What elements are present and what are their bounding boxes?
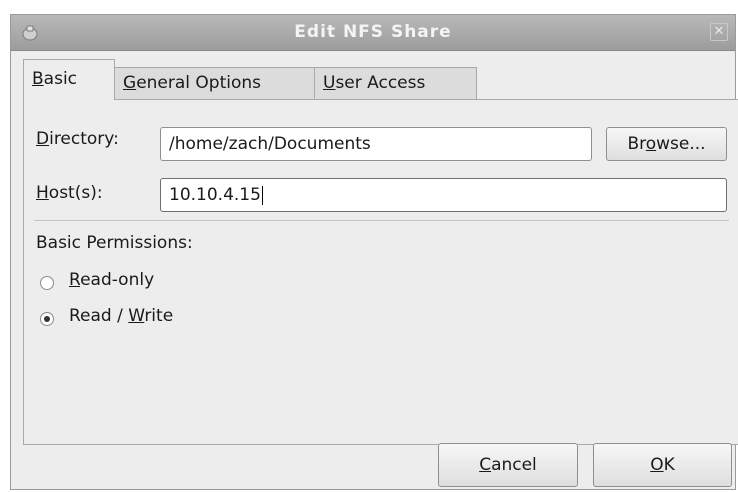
read-only-label[interactable]: Read-only: [69, 270, 154, 290]
ok-label: K: [663, 455, 675, 475]
directory-input[interactable]: /home/zach/Documents: [160, 127, 592, 161]
hosts-label-text: ost(s):: [48, 183, 103, 203]
window-title: Edit NFS Share: [294, 22, 452, 42]
ok-button[interactable]: OK: [593, 443, 732, 487]
tab-general-options-mnemonic: G: [123, 73, 137, 93]
tab-user-access-label-rest: ser Access: [335, 73, 426, 93]
tab-user-access[interactable]: User Access: [314, 67, 477, 99]
cancel-mnemonic: C: [479, 455, 492, 475]
hosts-label: Host(s):: [36, 183, 103, 203]
tab-general-options-label-rest: eneral Options: [136, 73, 262, 93]
read-only-mnemonic: R: [69, 270, 81, 290]
hosts-label-mnemonic: H: [36, 183, 49, 203]
tab-user-access-mnemonic: U: [323, 73, 336, 93]
browse-label-rest: wse...: [656, 134, 706, 154]
directory-label: Directory:: [36, 129, 119, 149]
read-only-radio[interactable]: [40, 276, 54, 290]
read-write-radio[interactable]: [40, 312, 54, 326]
title-bar[interactable]: Edit NFS Share ✕: [11, 15, 735, 51]
directory-label-text: irectory:: [49, 129, 119, 149]
basic-permissions-heading: Basic Permissions:: [36, 233, 193, 253]
hosts-input[interactable]: 10.10.4.15: [160, 178, 727, 212]
text-caret: [261, 185, 263, 205]
edit-nfs-share-dialog: Edit NFS Share ✕ Basic General Options U…: [10, 14, 738, 490]
directory-value: /home/zach/Documents: [169, 134, 371, 154]
browse-mnemonic: o: [645, 134, 657, 154]
directory-label-mnemonic: D: [36, 129, 50, 149]
cancel-button[interactable]: Cancel: [438, 443, 578, 487]
hosts-value: 10.10.4.15: [169, 185, 261, 205]
tab-basic-label-rest: asic: [43, 69, 78, 89]
tab-general-options[interactable]: General Options: [114, 67, 315, 99]
close-icon[interactable]: ✕: [710, 23, 728, 41]
read-write-label-rest: rite: [144, 306, 174, 326]
tab-basic-mnemonic: B: [32, 69, 44, 89]
basic-tab-panel: Directory: /home/zach/Documents Browse..…: [23, 99, 738, 445]
browse-label: Br: [627, 134, 646, 154]
read-write-label[interactable]: Read / Write: [69, 306, 173, 326]
read-write-label-pre: Read /: [69, 306, 129, 326]
read-write-mnemonic: W: [128, 306, 145, 326]
browse-button[interactable]: Browse...: [606, 127, 727, 161]
separator: [34, 220, 729, 221]
ok-mnemonic: O: [650, 455, 664, 475]
cancel-label: ancel: [491, 455, 537, 475]
tab-basic[interactable]: Basic: [23, 59, 115, 100]
read-only-label-rest: ead-only: [80, 270, 155, 290]
